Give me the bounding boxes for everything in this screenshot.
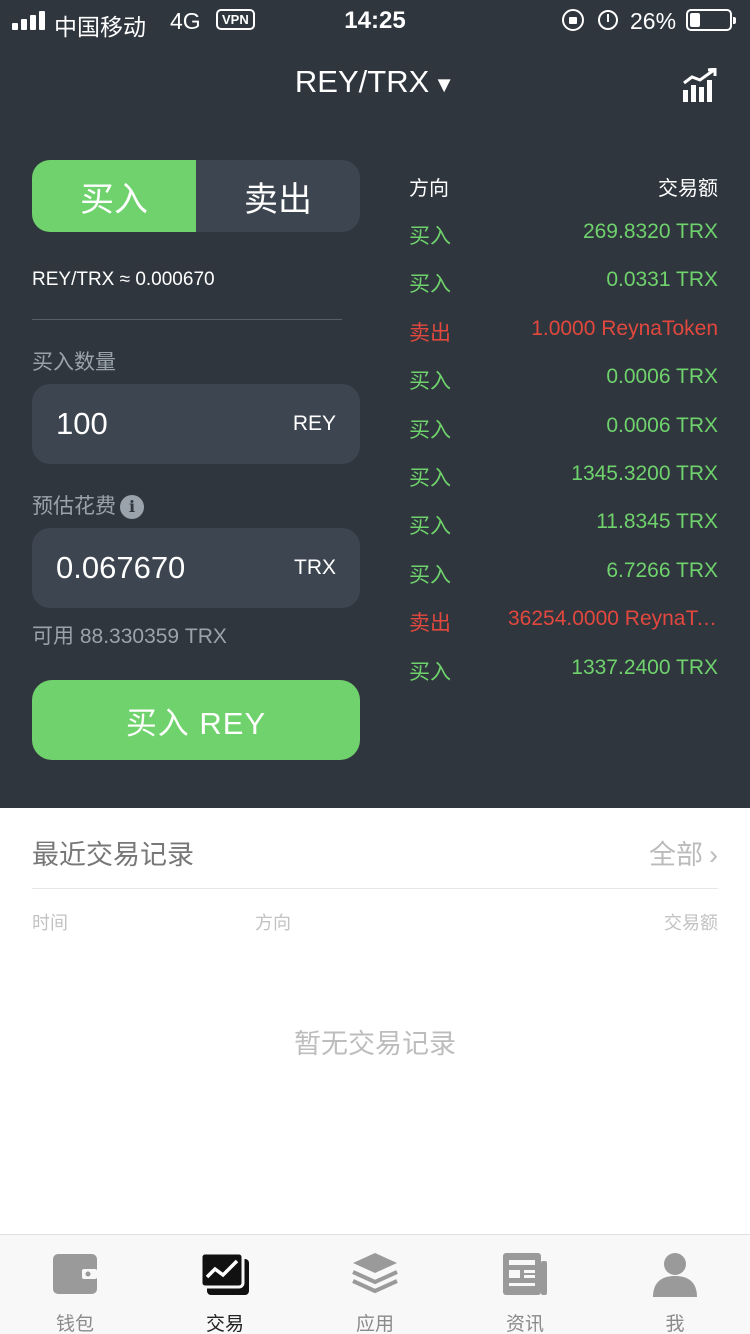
trade-row: 买入 1337.2400 TRX [409, 656, 718, 686]
col-amount: 交易额 [664, 913, 718, 933]
available-balance: 可用 88.330359 TRX [32, 625, 227, 648]
view-all-link[interactable]: 全部 › [649, 833, 718, 872]
tab-news[interactable]: 资讯 [450, 1235, 600, 1334]
chevron-right-icon: › [709, 840, 718, 870]
trade-amount: 11.8345 TRX [596, 510, 718, 534]
chart-icon[interactable] [682, 68, 718, 102]
divider [32, 888, 718, 889]
trade-direction: 买入 [409, 273, 451, 297]
caret-down-icon: ▼ [433, 72, 456, 97]
my-trades-title: 最近交易记录 [32, 840, 194, 870]
info-icon[interactable]: i [120, 495, 144, 520]
tab-label: 我 [665, 1314, 685, 1334]
tab-wallet[interactable]: 钱包 [0, 1235, 150, 1334]
fee-input[interactable]: 0.067670 TRX [32, 528, 360, 608]
amount-value: 100 [56, 406, 108, 441]
col-time: 时间 [32, 913, 68, 933]
person-icon [653, 1253, 697, 1297]
tab-trade[interactable]: 交易 [150, 1235, 300, 1334]
amount-unit: REY [292, 412, 336, 435]
fee-unit: TRX [294, 556, 336, 579]
battery-icon [686, 9, 736, 31]
trade-row: 买入 6.7266 TRX [409, 559, 718, 589]
tab-bar: 钱包 交易 应用 资讯 我 [0, 1234, 750, 1334]
trade-direction: 卖出 [409, 612, 451, 636]
recent-trades-header: 方向 交易额 [409, 172, 718, 201]
tab-me[interactable]: 我 [600, 1235, 750, 1334]
status-bar: 中国移动 4G VPN 14:25 26% [0, 0, 750, 42]
tab-label: 钱包 [55, 1314, 94, 1334]
sell-tab[interactable]: 卖出 [196, 160, 360, 232]
tab-label: 资讯 [505, 1314, 544, 1334]
trade-direction: 买入 [409, 467, 451, 490]
col-amount: 交易额 [658, 178, 718, 200]
divider [32, 319, 342, 320]
trade-direction: 卖出 [409, 321, 451, 345]
fee-value: 0.067670 [56, 550, 186, 585]
trade-amount: 269.8320 TRX [582, 220, 718, 243]
trade-row: 卖出 1.0000 ReynaToken [409, 317, 718, 347]
col-direction: 方向 [255, 913, 291, 933]
fee-label-row: 预估花费 i [32, 490, 144, 520]
pair-selector[interactable]: REY/TRX ▼ [0, 64, 750, 100]
trade-amount: 0.0331 TRX [606, 268, 718, 292]
trade-direction: 买入 [409, 660, 451, 684]
battery-percent: 26% [630, 8, 677, 34]
amount-label: 买入数量 [32, 351, 116, 374]
empty-state: 暂无交易记录 [294, 1029, 456, 1059]
trade-direction: 买入 [409, 515, 451, 539]
pair-title: REY/TRX [294, 64, 430, 99]
trade-row: 买入 0.0331 TRX [409, 268, 718, 298]
trade-amount: 1.0000 ReynaToken [531, 316, 718, 340]
price-estimate: REY/TRX ≈ 0.000670 [32, 269, 215, 290]
trade-row: 买入 269.8320 TRX [409, 220, 718, 250]
view-all-label: 全部 [649, 840, 703, 870]
alarm-icon [598, 10, 618, 30]
trade-amount: 0.0006 TRX [606, 413, 718, 437]
buy-sell-toggle: 买入 卖出 [32, 160, 360, 232]
trade-direction: 买入 [409, 563, 451, 587]
tab-apps[interactable]: 应用 [300, 1235, 450, 1334]
rotation-lock-icon [562, 9, 584, 31]
tab-label: 交易 [205, 1314, 244, 1334]
trade-amount: 1345.3200 TRX [571, 462, 718, 485]
trade-direction: 买入 [409, 225, 451, 248]
trade-amount: 0.0006 TRX [606, 365, 718, 389]
trade-row: 买入 11.8345 TRX [409, 510, 718, 540]
trade-row: 卖出 36254.0000 ReynaToken [409, 607, 718, 637]
col-direction: 方向 [409, 178, 449, 200]
trade-amount: 6.7266 TRX [606, 558, 718, 582]
trade-direction: 买入 [409, 370, 451, 394]
trade-row: 买入 1345.3200 TRX [409, 462, 718, 492]
fee-label: 预估花费 [32, 495, 116, 518]
trade-icon [199, 1251, 249, 1295]
buy-rey-button[interactable]: 买入 REY [32, 680, 360, 760]
news-icon [503, 1253, 547, 1295]
trade-row: 买入 0.0006 TRX [409, 414, 718, 444]
trade-amount: 1337.2400 TRX [571, 655, 718, 679]
tab-label: 应用 [355, 1314, 394, 1334]
buy-tab[interactable]: 买入 [32, 160, 196, 232]
trade-row: 买入 0.0006 TRX [409, 365, 718, 395]
wallet-icon [53, 1254, 97, 1294]
amount-input[interactable]: 100 REY [32, 384, 360, 464]
trade-panel-background: 中国移动 4G VPN 14:25 26% REY/TRX ▼ 买入 卖出 REY… [0, 0, 750, 808]
trade-direction: 买入 [409, 418, 451, 442]
trade-amount: 36254.0000 ReynaToken [508, 607, 718, 631]
layers-icon [352, 1253, 398, 1294]
